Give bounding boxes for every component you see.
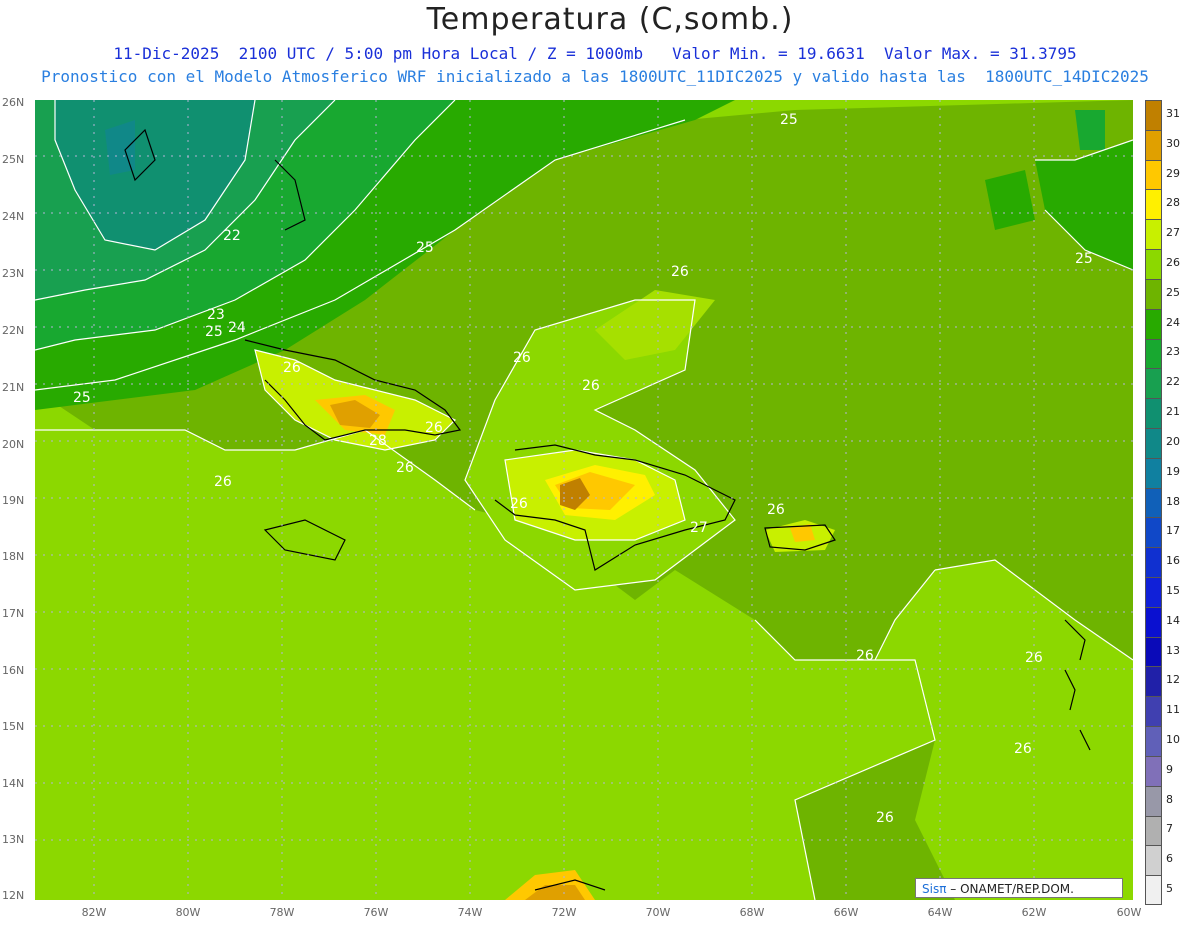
contour-label: 28 xyxy=(369,433,387,449)
credit-text: – ONAMET/REP.DOM. xyxy=(946,882,1074,896)
lon-label: 74W xyxy=(457,906,483,919)
lat-label: 13N xyxy=(2,833,25,846)
contour-label: 26 xyxy=(396,460,414,476)
colorbar-label: 10 xyxy=(1166,733,1180,747)
credit-box: Sisπ – ONAMET/REP.DOM. xyxy=(915,878,1123,898)
lon-label: 64W xyxy=(927,906,953,919)
contour-label: 23 xyxy=(207,307,225,323)
colorbar-label: 29 xyxy=(1166,166,1180,180)
contour-label: 27 xyxy=(690,520,708,536)
contour-label: 26 xyxy=(1014,741,1032,757)
lat-label: 23N xyxy=(2,267,25,280)
colorbar-label: 18 xyxy=(1166,494,1180,508)
colorbar-label: 16 xyxy=(1166,554,1180,568)
colorbar-label: 25 xyxy=(1166,285,1180,299)
colorbar-label: 19 xyxy=(1166,464,1180,478)
contour-label: 22 xyxy=(223,228,241,244)
lon-label: 68W xyxy=(739,906,765,919)
contour-label: 26 xyxy=(876,810,894,826)
lon-label: 72W xyxy=(551,906,577,919)
colorbar-label: 6 xyxy=(1166,852,1173,866)
colorbar-label: 15 xyxy=(1166,583,1180,597)
contour-label: 25 xyxy=(73,390,91,406)
lat-label: 22N xyxy=(2,324,25,337)
colorbar-label: 23 xyxy=(1166,345,1180,359)
lat-label: 19N xyxy=(2,494,25,507)
contour-label: 26 xyxy=(582,378,600,394)
lon-label: 82W xyxy=(81,906,107,919)
contour-label: 26 xyxy=(1025,650,1043,666)
lat-label: 20N xyxy=(2,438,25,451)
chart-title: Temperatura (C,somb.) xyxy=(426,2,794,37)
colorbar-label: 9 xyxy=(1166,762,1173,776)
contour-label: 26 xyxy=(671,264,689,280)
temperature-map[interactable]: 25 22 26 23 25 24 26 25 25 26 26 26 26 2… xyxy=(35,100,1133,900)
lat-label: 25N xyxy=(2,153,25,166)
colorbar-label: 14 xyxy=(1166,613,1180,627)
lon-label: 76W xyxy=(363,906,389,919)
contour-label: 26 xyxy=(767,502,785,518)
colorbar-label: 28 xyxy=(1166,196,1180,210)
colorbar-label: 27 xyxy=(1166,226,1180,240)
lat-label: 12N xyxy=(2,889,25,902)
lon-label: 66W xyxy=(833,906,859,919)
contour-label: 26 xyxy=(283,360,301,376)
colorbar-label: 8 xyxy=(1166,792,1173,806)
colorbar-label: 21 xyxy=(1166,405,1180,419)
colorbar-label: 11 xyxy=(1166,703,1180,717)
colorbar-label: 31 xyxy=(1166,106,1180,120)
contour-label: 26 xyxy=(214,474,232,490)
lat-label: 16N xyxy=(2,664,25,677)
contour-label: 25 xyxy=(1075,251,1093,267)
colorbar-frame xyxy=(1145,100,1162,905)
contour-label: 26 xyxy=(510,496,528,512)
colorbar-label: 22 xyxy=(1166,375,1180,389)
subtitle-valid-time: 11-Dic-2025 2100 UTC / 5:00 pm Hora Loca… xyxy=(113,44,1077,63)
colorbar-label: 24 xyxy=(1166,315,1180,329)
lon-label: 60W xyxy=(1116,906,1142,919)
contour-label: 26 xyxy=(425,420,443,436)
lat-label: 21N xyxy=(2,381,25,394)
contour-label: 26 xyxy=(513,350,531,366)
subtitle-model-info: Pronostico con el Modelo Atmosferico WRF… xyxy=(41,67,1149,86)
contour-label: 25 xyxy=(416,240,434,256)
contour-label: 25 xyxy=(780,112,798,128)
lat-label: 26N xyxy=(2,96,25,109)
lat-label: 15N xyxy=(2,720,25,733)
lat-label: 17N xyxy=(2,607,25,620)
colorbar-label: 17 xyxy=(1166,524,1180,538)
colorbar-label: 30 xyxy=(1166,136,1180,150)
colorbar-label: 12 xyxy=(1166,673,1180,687)
lon-label: 80W xyxy=(175,906,201,919)
lat-label: 24N xyxy=(2,210,25,223)
credit-brand: Sisπ xyxy=(922,882,947,896)
colorbar-label: 20 xyxy=(1166,434,1180,448)
colorbar-label: 7 xyxy=(1166,822,1173,836)
contour-label: 25 xyxy=(205,324,223,340)
lat-label: 18N xyxy=(2,550,25,563)
lon-label: 62W xyxy=(1021,906,1047,919)
colorbar-label: 13 xyxy=(1166,643,1180,657)
lon-label: 70W xyxy=(645,906,671,919)
colorbar-label: 26 xyxy=(1166,255,1180,269)
contour-label: 24 xyxy=(228,320,246,336)
colorbar-label: 5 xyxy=(1166,882,1173,896)
lat-label: 14N xyxy=(2,777,25,790)
lon-label: 78W xyxy=(269,906,295,919)
contour-label: 26 xyxy=(856,648,874,664)
